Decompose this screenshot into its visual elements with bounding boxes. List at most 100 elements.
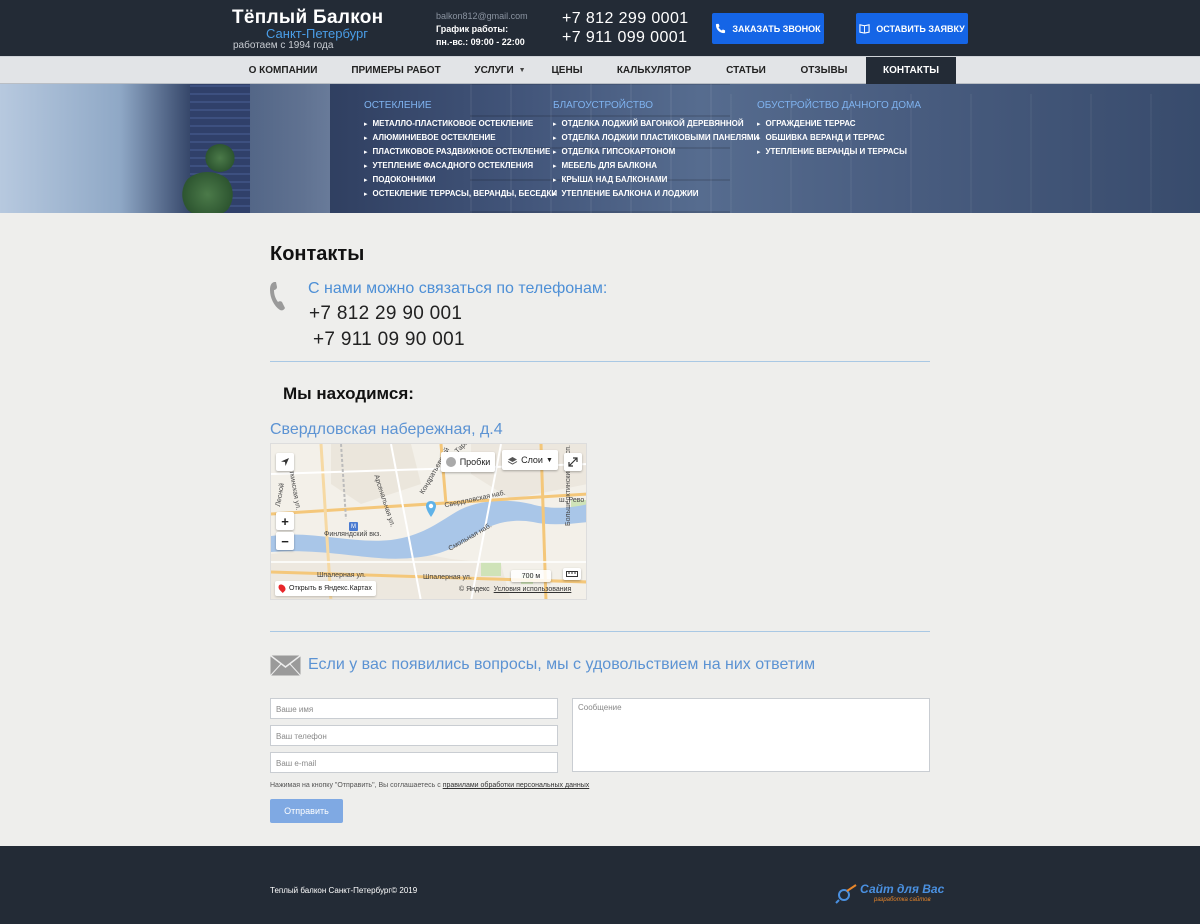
- email-field[interactable]: Ваш e-mail: [270, 752, 558, 773]
- nav-item-about[interactable]: О компании: [232, 57, 334, 84]
- nav-item-services[interactable]: Услуги ▼: [460, 57, 540, 84]
- location-title: Мы находимся:: [283, 384, 414, 403]
- mega-menu-column-country-house: Обустройство дачного дома Ограждение тер…: [757, 100, 921, 161]
- chevron-down-icon: ▼: [518, 67, 526, 74]
- mega-menu-item[interactable]: Отделка гипсокартоном: [553, 147, 759, 161]
- mega-menu-heading[interactable]: Обустройство дачного дома: [757, 100, 921, 111]
- mega-menu-heading[interactable]: Остекление: [364, 100, 557, 111]
- zoom-out-button[interactable]: −: [276, 532, 294, 550]
- location-pin-icon[interactable]: [425, 500, 437, 518]
- mega-menu-item[interactable]: Отделка лоджий вагонкой деревянной: [553, 119, 759, 133]
- privacy-policy-link[interactable]: правилами обработки персональных данных: [443, 782, 590, 789]
- contact-form-heading: Если у вас появились вопросы, мы с удово…: [308, 656, 816, 673]
- phones-heading: С нами можно связаться по телефонам:: [308, 280, 608, 297]
- name-field[interactable]: Ваше имя: [270, 698, 558, 719]
- main-nav: О компании Примеры работ Услуги ▼ Цены Ка…: [0, 56, 1200, 84]
- map-copyright-text: © Яндекс: [459, 586, 490, 593]
- nav-label: Цены: [551, 65, 583, 76]
- brand-city: Санкт-Петербург: [266, 26, 368, 41]
- contact-phone-2[interactable]: +7 911 09 90 001: [313, 329, 465, 351]
- nav-item-articles[interactable]: Статьи: [716, 57, 776, 84]
- zoom-in-button[interactable]: +: [276, 512, 294, 530]
- book-icon: [859, 24, 870, 34]
- section-divider: [270, 361, 930, 362]
- nav-item-prices[interactable]: Цены: [542, 57, 592, 84]
- mega-menu-item[interactable]: Металло-пластиковое остекление: [364, 119, 557, 133]
- terms-of-use-link[interactable]: Условия использования: [494, 586, 572, 593]
- nav-item-reviews[interactable]: Отзывы: [790, 57, 858, 84]
- yandex-map[interactable]: Свердловская наб. Смольная наб. Финляндс…: [270, 443, 587, 600]
- fullscreen-button[interactable]: [564, 453, 582, 471]
- mega-menu-item[interactable]: Мебель для балкона: [553, 161, 759, 175]
- nav-label: О компании: [248, 65, 318, 76]
- geolocation-button[interactable]: [276, 453, 294, 471]
- phone-handset-icon: [270, 282, 285, 311]
- schedule-value: пн.-вс.: 09:00 - 22:00: [436, 37, 525, 47]
- traffic-button[interactable]: Пробки: [441, 452, 495, 472]
- map-street-label: Финляндский вкз.: [324, 531, 382, 538]
- mega-menu-item[interactable]: Обшивка веранд и террас: [757, 133, 921, 147]
- contact-phone-1[interactable]: +7 812 29 90 001: [309, 303, 462, 325]
- leave-request-label: Оставить заявку: [876, 23, 965, 34]
- mega-menu-column-improvement: Благоустройство Отделка лоджий вагонкой …: [553, 100, 759, 203]
- map-copyright: © Яндекс Условия использования: [459, 586, 571, 593]
- consent-text: Нажимая на кнопку "Отправить", Вы соглаш…: [270, 782, 589, 789]
- mega-menu-item[interactable]: Остекление террасы, веранды, беседки: [364, 189, 558, 203]
- header-phone-2[interactable]: +7 911 099 0001: [562, 29, 687, 47]
- phone-icon: [716, 23, 726, 34]
- mega-menu-item[interactable]: Утепление фасадного остекления: [364, 161, 557, 175]
- traffic-icon: [445, 457, 456, 467]
- schedule-label: График работы:: [436, 24, 509, 34]
- order-call-label: Заказать звонок: [732, 23, 821, 34]
- layers-icon: [507, 456, 518, 465]
- nav-label: Услуги: [474, 65, 514, 76]
- expand-icon: [568, 457, 578, 467]
- header-email-link[interactable]: balkon812@gmail.com: [436, 11, 528, 21]
- mega-menu-item[interactable]: Алюминиевое остекление: [364, 133, 557, 147]
- mega-menu-item[interactable]: Утепление веранды и террасы: [757, 147, 921, 161]
- mega-menu-item[interactable]: Подоконники: [364, 175, 557, 189]
- developer-name[interactable]: Сайт для Вас: [860, 882, 944, 896]
- navigation-arrow-icon: [281, 458, 289, 466]
- nav-label: Отзывы: [800, 65, 848, 76]
- nav-label: Контакты: [882, 65, 940, 76]
- header-phone-1[interactable]: +7 812 299 0001: [562, 10, 689, 28]
- submit-button[interactable]: Отправить: [270, 799, 343, 823]
- order-call-button[interactable]: Заказать звонок: [712, 13, 824, 44]
- consent-prefix: Нажимая на кнопку "Отправить", Вы соглаш…: [270, 782, 443, 789]
- mega-menu-column-glazing: Остекление Металло-пластиковое остеклени…: [364, 100, 557, 203]
- banner-building-image: [250, 84, 330, 213]
- mega-menu-item[interactable]: Крыша над балконами: [553, 175, 759, 189]
- site-footer: Теплый балкон Санкт-Петербург© 2019 Сайт…: [0, 846, 1200, 924]
- envelope-icon: [270, 655, 301, 676]
- map-street-label: Шпалерная ул.: [423, 574, 472, 581]
- ruler-button[interactable]: [563, 568, 581, 580]
- banner-plant-image: [180, 172, 235, 213]
- nav-label: Калькулятор: [616, 65, 692, 76]
- layers-label: Слои: [521, 455, 543, 465]
- mega-menu-heading[interactable]: Благоустройство: [553, 100, 759, 111]
- map-scale: 700 м: [511, 570, 551, 582]
- message-textarea[interactable]: Сообщение: [572, 698, 930, 772]
- open-in-yandex-maps-link[interactable]: Открыть в Яндекс.Картах: [275, 581, 376, 596]
- mega-menu-item[interactable]: Утепление балкона и лоджии: [553, 189, 759, 203]
- nav-label: Статьи: [726, 65, 766, 76]
- nav-label: Примеры работ: [351, 65, 441, 76]
- mega-menu-item[interactable]: Отделка лоджии пластиковыми панелями: [553, 133, 760, 147]
- nav-item-calculator[interactable]: Калькулятор: [606, 57, 702, 84]
- mega-menu-item[interactable]: Пластиковое раздвижное остекление: [364, 147, 557, 161]
- nav-item-portfolio[interactable]: Примеры работ: [340, 57, 452, 84]
- brand-since: работаем с 1994 года: [233, 40, 334, 51]
- chevron-down-icon: ▼: [545, 456, 553, 464]
- layers-button[interactable]: Слои ▼: [502, 450, 558, 470]
- developer-tagline: разработка сайтов: [874, 897, 931, 903]
- traffic-label: Пробки: [459, 457, 491, 467]
- section-divider: [270, 631, 930, 632]
- nav-item-contacts[interactable]: Контакты: [866, 57, 956, 84]
- mega-menu-item[interactable]: Ограждение террас: [757, 119, 921, 133]
- banner-plant-image: [205, 144, 235, 172]
- phone-field[interactable]: Ваш телефон: [270, 725, 558, 746]
- page-title: Контакты: [270, 243, 365, 265]
- leave-request-button[interactable]: Оставить заявку: [856, 13, 968, 44]
- metro-icon: M: [349, 522, 358, 531]
